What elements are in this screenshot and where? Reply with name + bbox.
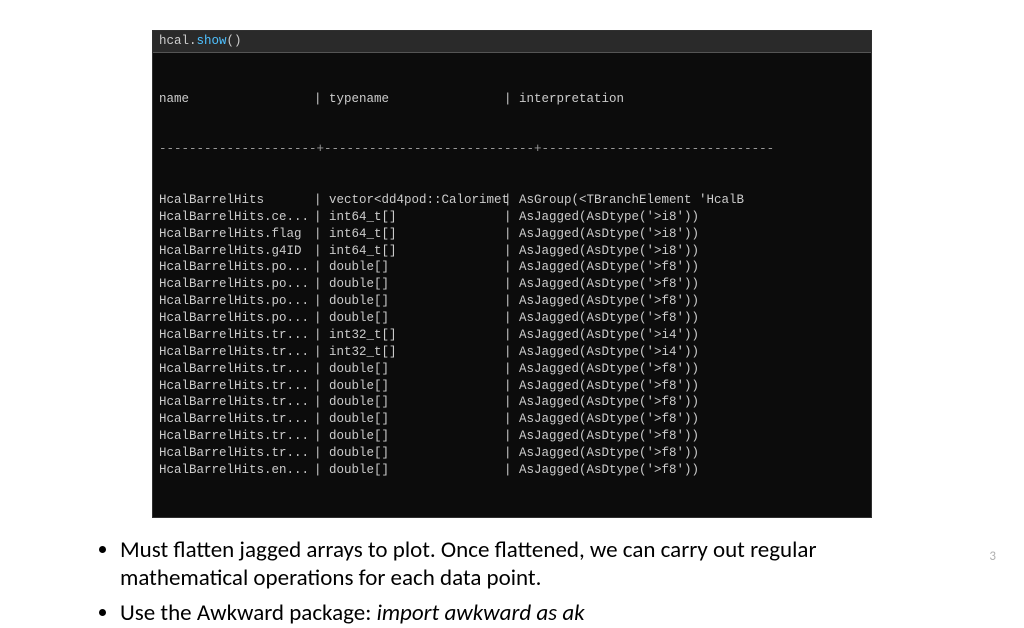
cell-interpretation: | AsGroup(<TBranchElement 'HcalB <box>504 192 744 209</box>
table-row: HcalBarrelHits| vector<dd4pod::Calorimet… <box>159 192 865 209</box>
cell-typename: | double[] <box>314 462 504 479</box>
table-row: HcalBarrelHits.tr...| double[]| AsJagged… <box>159 428 865 445</box>
table-row: HcalBarrelHits.po...| double[]| AsJagged… <box>159 293 865 310</box>
table-row: HcalBarrelHits.tr...| double[]| AsJagged… <box>159 445 865 462</box>
cell-interpretation: | AsJagged(AsDtype('>f8')) <box>504 378 699 395</box>
table-row: HcalBarrelHits.po...| double[]| AsJagged… <box>159 259 865 276</box>
cell-typename: | int32_t[] <box>314 344 504 361</box>
bullet-1: Must flatten jagged arrays to plot. Once… <box>120 536 934 594</box>
cell-interpretation: | AsJagged(AsDtype('>f8')) <box>504 310 699 327</box>
cell-name: HcalBarrelHits.tr... <box>159 411 314 428</box>
cell-name: HcalBarrelHits.po... <box>159 293 314 310</box>
table-row: HcalBarrelHits.po...| double[]| AsJagged… <box>159 310 865 327</box>
cell-interpretation: | AsJagged(AsDtype('>f8')) <box>504 259 699 276</box>
divider-line: ---------------------+------------------… <box>159 141 865 158</box>
cell-name: HcalBarrelHits.g4ID <box>159 243 314 260</box>
cell-name: HcalBarrelHits.tr... <box>159 361 314 378</box>
cell-typename: | double[] <box>314 276 504 293</box>
page-number: 3 <box>989 549 996 564</box>
cell-typename: | double[] <box>314 445 504 462</box>
cell-interpretation: | AsJagged(AsDtype('>f8')) <box>504 445 699 462</box>
cell-interpretation: | AsJagged(AsDtype('>i4')) <box>504 327 699 344</box>
cell-typename: | double[] <box>314 411 504 428</box>
cell-name: HcalBarrelHits <box>159 192 314 209</box>
table-row: HcalBarrelHits.po...| double[]| AsJagged… <box>159 276 865 293</box>
cell-typename: | double[] <box>314 394 504 411</box>
terminal-body: name| typename| interpretation ---------… <box>153 53 871 517</box>
cell-interpretation: | AsJagged(AsDtype('>i8')) <box>504 243 699 260</box>
cell-typename: | int64_t[] <box>314 243 504 260</box>
bullet-2: Use the Awkward package: import awkward … <box>120 599 934 628</box>
cell-typename: | vector<dd4pod::Calorimet <box>314 192 504 209</box>
table-row: HcalBarrelHits.tr...| double[]| AsJagged… <box>159 411 865 428</box>
cell-typename: | double[] <box>314 428 504 445</box>
cell-name: HcalBarrelHits.tr... <box>159 428 314 445</box>
cell-typename: | int32_t[] <box>314 327 504 344</box>
terminal-output: hcal.show() name| typename| interpretati… <box>152 30 872 518</box>
cell-interpretation: | AsJagged(AsDtype('>f8')) <box>504 361 699 378</box>
code-object: hcal. <box>159 34 197 48</box>
import-statement: import awkward as ak <box>377 599 585 627</box>
cell-interpretation: | AsJagged(AsDtype('>f8')) <box>504 276 699 293</box>
table-row: HcalBarrelHits.g4ID| int64_t[]| AsJagged… <box>159 243 865 260</box>
cell-interpretation: | AsJagged(AsDtype('>f8')) <box>504 411 699 428</box>
col-interpretation: | interpretation <box>504 91 624 108</box>
cell-name: HcalBarrelHits.tr... <box>159 378 314 395</box>
cell-interpretation: | AsJagged(AsDtype('>f8')) <box>504 462 699 479</box>
cell-interpretation: | AsJagged(AsDtype('>f8')) <box>504 428 699 445</box>
table-row: HcalBarrelHits.tr...| int32_t[]| AsJagge… <box>159 344 865 361</box>
table-row: HcalBarrelHits.ce...| int64_t[]| AsJagge… <box>159 209 865 226</box>
col-typename: | typename <box>314 91 504 108</box>
cell-typename: | int64_t[] <box>314 209 504 226</box>
cell-name: HcalBarrelHits.tr... <box>159 327 314 344</box>
cell-typename: | double[] <box>314 293 504 310</box>
table-row: HcalBarrelHits.tr...| double[]| AsJagged… <box>159 394 865 411</box>
cell-interpretation: | AsJagged(AsDtype('>f8')) <box>504 293 699 310</box>
table-row: HcalBarrelHits.tr...| int32_t[]| AsJagge… <box>159 327 865 344</box>
cell-typename: | double[] <box>314 361 504 378</box>
bullet-list: Must flatten jagged arrays to plot. Once… <box>70 536 954 628</box>
cell-name: HcalBarrelHits.tr... <box>159 344 314 361</box>
cell-interpretation: | AsJagged(AsDtype('>f8')) <box>504 394 699 411</box>
cell-name: HcalBarrelHits.po... <box>159 276 314 293</box>
cell-typename: | int64_t[] <box>314 226 504 243</box>
cell-name: HcalBarrelHits.po... <box>159 310 314 327</box>
code-method: show <box>197 34 227 48</box>
code-line: hcal.show() <box>153 31 871 53</box>
code-paren: () <box>227 34 242 48</box>
cell-typename: | double[] <box>314 310 504 327</box>
cell-interpretation: | AsJagged(AsDtype('>i8')) <box>504 226 699 243</box>
table-row: HcalBarrelHits.tr...| double[]| AsJagged… <box>159 361 865 378</box>
column-headers: name| typename| interpretation <box>159 91 865 108</box>
table-row: HcalBarrelHits.en...| double[]| AsJagged… <box>159 462 865 479</box>
cell-typename: | double[] <box>314 259 504 276</box>
table-row: HcalBarrelHits.flag| int64_t[]| AsJagged… <box>159 226 865 243</box>
cell-name: HcalBarrelHits.en... <box>159 462 314 479</box>
cell-name: HcalBarrelHits.flag <box>159 226 314 243</box>
table-row: HcalBarrelHits.tr...| double[]| AsJagged… <box>159 378 865 395</box>
cell-name: HcalBarrelHits.tr... <box>159 445 314 462</box>
cell-interpretation: | AsJagged(AsDtype('>i8')) <box>504 209 699 226</box>
cell-typename: | double[] <box>314 378 504 395</box>
cell-name: HcalBarrelHits.ce... <box>159 209 314 226</box>
cell-name: HcalBarrelHits.tr... <box>159 394 314 411</box>
col-name: name <box>159 91 314 108</box>
cell-name: HcalBarrelHits.po... <box>159 259 314 276</box>
cell-interpretation: | AsJagged(AsDtype('>i4')) <box>504 344 699 361</box>
